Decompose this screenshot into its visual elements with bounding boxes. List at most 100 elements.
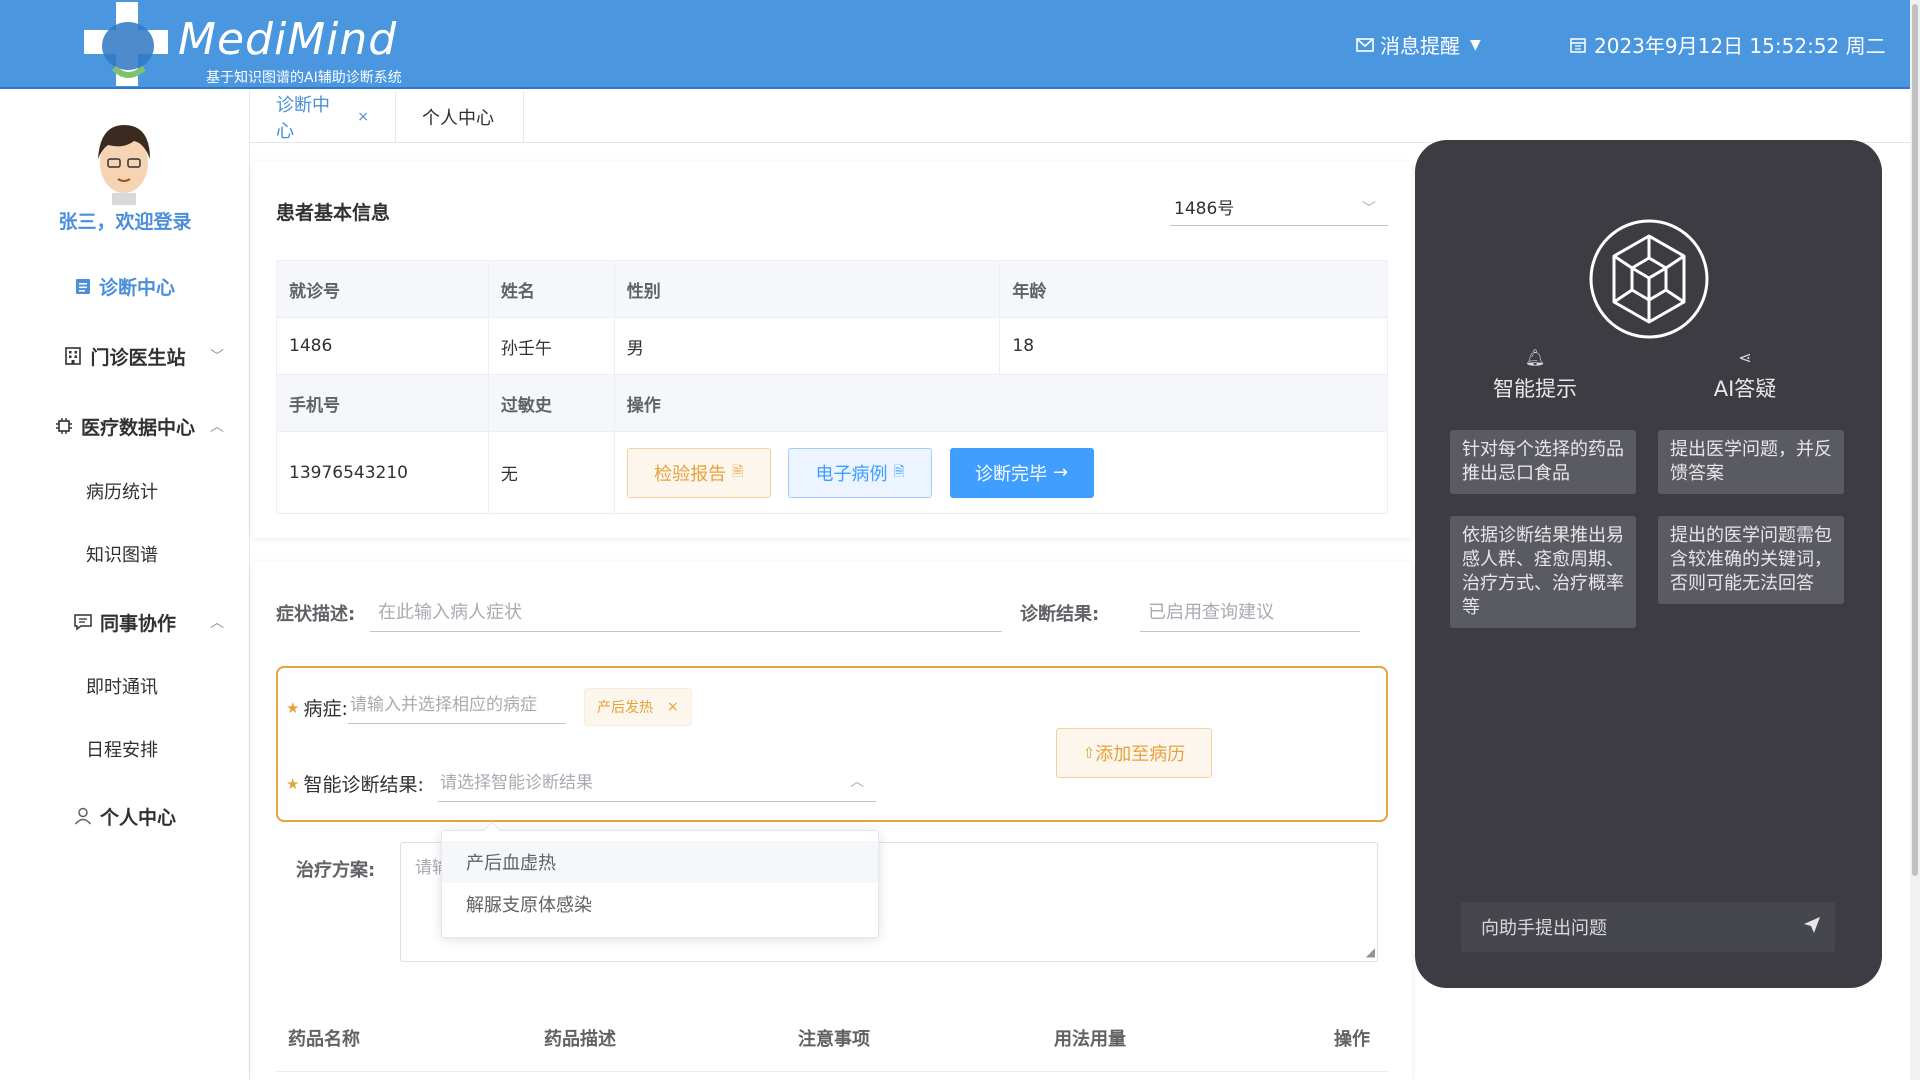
document-icon: 🗎 [893,463,905,480]
table-cell: 13976543210 [276,431,489,514]
disease-label: ★ 病症: [286,694,348,721]
calendar-icon [1570,37,1586,53]
patient-select[interactable]: 1486号 ﹀ [1170,188,1388,226]
lab-report-button[interactable]: 检验报告 🗎 [626,447,771,498]
table-cell: 男 [613,317,1001,375]
share-icon: ⋖ [1738,348,1752,367]
diagnosis-panel: 症状描述: 在此输入病人症状 诊断结果: 已启用查询建议 ★ 病症: 请输入并选… [252,562,1412,1080]
current-datetime: 2023年9月12日 15:52:52 周二 [1570,30,1886,59]
tab-profile[interactable]: 个人中心 [396,91,524,143]
ai-tab-label: AI答疑 [1713,377,1777,401]
bell-icon: 🔔︎ [1524,348,1546,367]
page-tabs: 诊断中心 × 个人中心 [250,91,1910,143]
medimind-logo-icon [84,2,168,86]
diagnosis-form-box: ★ 病症: 请输入并选择相应的病症 产后发热 × ★ 智能诊断结果: 请选择智能… [276,666,1388,822]
chevron-up-icon: ︿ [210,419,224,435]
sidebar-item-diagnosis-center[interactable]: 诊断中心 [0,266,250,306]
arrow-right-icon: → [1053,462,1069,483]
notifications-label: 消息提醒 [1380,34,1460,58]
sidebar-item-knowledge-graph[interactable]: 知识图谱 [0,536,250,572]
table-header: 性别 [613,260,1001,318]
table-header: 用法用量 [1054,1028,1126,1050]
table-cell: 1486 [276,317,489,375]
ai-hint-card: 提出的医学问题需包含较准确的关键词，否则可能无法回答 [1658,516,1844,604]
symptom-label: 症状描述: [276,604,356,625]
ai-result-label: ★ 智能诊断结果: [286,770,424,797]
chevron-up-icon: ︿ [850,773,864,790]
table-header: 操作 [613,374,1389,432]
ai-question-input[interactable]: 向助手提出问题 [1461,902,1835,952]
table-header: 药品名称 [288,1028,360,1050]
sidebar-item-profile[interactable]: 个人中心 [0,796,250,836]
ai-result-dropdown: 产后血虚热 解脲支原体感染 [441,821,879,938]
chat-icon [74,614,92,631]
building-icon [65,347,82,365]
ai-hint-card: 针对每个选择的药品推出忌口食品 [1450,430,1636,494]
table-header: 过敏史 [487,374,615,432]
diagnosis-done-button[interactable]: 诊断完毕 → [949,447,1094,498]
disease-input[interactable]: 请输入并选择相应的病症 [348,682,566,724]
mail-icon [1356,37,1374,52]
disease-label-text: 病症: [303,698,348,720]
result-label: 诊断结果: [1020,604,1100,625]
sidebar-item-label: 同事协作 [99,612,176,635]
star-icon: ★ [286,774,300,793]
sidebar-item-medical-data-center[interactable]: 医疗数据中心 ︿ [0,406,250,446]
ai-hint-card: 依据诊断结果推出易感人群、痊愈周期、治疗方式、治疗概率等 [1450,516,1636,628]
result-input[interactable]: 已启用查询建议 [1140,590,1360,632]
symptom-input[interactable]: 在此输入病人症状 [370,590,1002,632]
add-to-record-button[interactable]: ⇧ 添加至病历 [1056,728,1212,778]
ai-cube-logo-icon [1589,219,1709,339]
datetime-text: 2023年9月12日 15:52:52 周二 [1594,34,1886,58]
ai-tab-hints[interactable]: 🔔︎ 智能提示 [1460,348,1610,403]
sidebar-item-instant-messaging[interactable]: 即时通讯 [0,668,250,704]
send-icon[interactable] [1803,916,1821,934]
chevron-down-icon: ﹀ [1362,201,1376,217]
actions-cell: 检验报告 🗎 电子病例 🗎 诊断完毕 → [613,431,1389,514]
notifications-dropdown[interactable]: 消息提醒 ▼ [1356,30,1481,59]
page-scrollbar-thumb[interactable] [1912,4,1918,876]
treatment-label: 治疗方案: [296,860,376,881]
ai-result-select[interactable]: 请选择智能诊断结果 ︿ [438,760,876,802]
avatar [98,125,150,205]
table-header: 就诊号 [276,260,489,318]
ai-assistant-panel: 🔔︎ 智能提示 ⋖ AI答疑 针对每个选择的药品推出忌口食品 提出医学问题，并反… [1415,140,1882,988]
button-label: 电子病例 [815,463,888,485]
dropdown-option[interactable]: 解脲支原体感染 [442,883,878,925]
tab-diagnosis-center[interactable]: 诊断中心 × [250,91,396,143]
tab-label: 个人中心 [422,108,494,129]
table-cell: 孙壬午 [487,317,615,375]
ai-result-placeholder: 请选择智能诊断结果 [440,773,593,793]
user-icon [74,807,92,825]
star-icon: ★ [286,698,300,717]
close-icon[interactable]: × [357,109,369,125]
sidebar-item-label: 门诊医生站 [90,346,186,369]
caret-down-icon: ▼ [1470,36,1481,53]
chip-icon [55,418,72,434]
sidebar-item-schedule[interactable]: 日程安排 [0,731,250,767]
ai-tab-label: 智能提示 [1493,377,1577,401]
panel-title: 患者基本信息 [276,202,391,224]
clipboard-icon [75,279,90,294]
resize-handle-icon[interactable]: ◢ [1366,945,1375,959]
brand-name: MediMind [178,14,398,65]
drug-table-header: 药品名称 药品描述 注意事项 用法用量 操作 [276,1004,1388,1072]
emr-button[interactable]: 电子病例 🗎 [788,447,933,498]
sidebar-item-collaboration[interactable]: 同事协作 ︿ [0,602,250,642]
ai-hint-card: 提出医学问题，并反馈答案 [1658,430,1844,494]
table-header: 姓名 [487,260,615,318]
ai-tab-qa[interactable]: ⋖ AI答疑 [1670,348,1820,403]
table-header: 年龄 [999,260,1388,318]
sidebar-item-record-stats[interactable]: 病历统计 [0,473,250,509]
table-cell: 18 [999,317,1388,375]
tab-label: 诊断中心 [276,95,330,142]
dropdown-option[interactable]: 产后血虚热 [442,841,878,883]
sidebar: 张三，欢迎登录 诊断中心 门诊医生站 ﹀ 医疗数据中心 ︿ 病历统计 知识图谱 [0,91,250,1080]
sidebar-item-outpatient-station[interactable]: 门诊医生站 ﹀ [0,336,250,376]
patient-info-table: 就诊号 姓名 性别 年龄 1486 孙壬午 男 18 手机号 过敏史 操作 13… [276,260,1389,514]
app-header: MediMind 基于知识图谱的AI辅助诊断系统 消息提醒 ▼ 2023年9月1… [0,0,1910,89]
close-icon[interactable]: × [667,699,679,715]
document-icon: 🗎 [732,463,744,480]
button-label: 诊断完毕 [975,463,1048,485]
sidebar-item-label: 诊断中心 [98,276,175,299]
